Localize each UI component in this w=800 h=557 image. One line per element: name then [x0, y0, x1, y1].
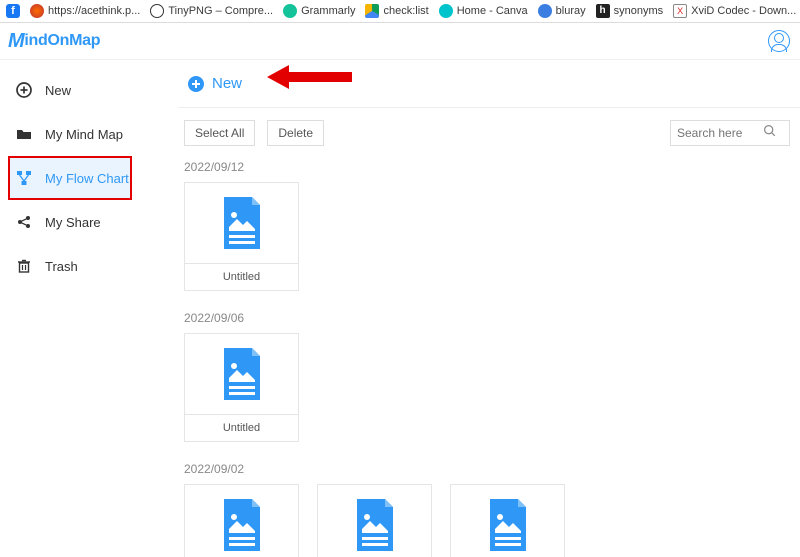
bookmark-item[interactable]: Grammarly — [283, 4, 355, 18]
file-card[interactable] — [184, 484, 299, 557]
document-icon — [486, 499, 530, 551]
canva-icon — [439, 4, 453, 18]
bookmark-item[interactable]: https://acethink.p... — [30, 4, 140, 18]
bookmark-label: bluray — [556, 5, 586, 17]
sidebar-item-trash[interactable]: Trash — [0, 244, 178, 288]
bookmark-item[interactable]: X XviD Codec - Down... — [673, 4, 796, 18]
delete-button[interactable]: Delete — [267, 120, 324, 146]
sidebar-item-flowchart[interactable]: My Flow Chart — [8, 156, 132, 200]
file-card[interactable]: Untitled — [184, 333, 299, 442]
new-button[interactable]: New — [184, 75, 242, 92]
card-thumbnail — [451, 485, 564, 557]
facebook-icon: f — [6, 4, 20, 18]
card-title: Untitled — [185, 414, 298, 441]
site-icon — [30, 4, 44, 18]
bookmark-item[interactable]: check:list — [365, 4, 428, 18]
file-card[interactable] — [450, 484, 565, 557]
sidebar-item-mindmap[interactable]: My Mind Map — [0, 112, 178, 156]
content-toolbar: New — [178, 60, 800, 108]
bookmark-label: XviD Codec - Down... — [691, 5, 796, 17]
sidebar-item-label: My Flow Chart — [45, 171, 129, 186]
file-card[interactable]: Untitled — [184, 182, 299, 291]
bookmark-label: Grammarly — [301, 5, 355, 17]
bookmark-item[interactable]: bluray — [538, 4, 586, 18]
document-icon — [220, 499, 264, 551]
date-header: 2022/09/12 — [178, 158, 800, 182]
trash-icon — [16, 258, 32, 274]
card-thumbnail — [185, 183, 298, 263]
document-icon — [220, 348, 264, 400]
actions-bar: Select All Delete — [178, 108, 800, 158]
sidebar-item-label: My Mind Map — [45, 127, 123, 142]
new-button-label: New — [212, 75, 242, 92]
card-thumbnail — [185, 485, 298, 557]
plus-icon — [188, 76, 204, 92]
app-header: MMindOnMapindOnMap — [0, 23, 800, 60]
cards-row: Untitled — [178, 182, 800, 309]
bookmark-label: TinyPNG – Compre... — [168, 5, 273, 17]
file-card[interactable] — [317, 484, 432, 557]
search-icon — [763, 124, 776, 142]
cards-row — [178, 484, 800, 557]
bluray-icon — [538, 4, 552, 18]
bookmark-label: Home - Canva — [457, 5, 528, 17]
date-header: 2022/09/02 — [178, 460, 800, 484]
sidebar-item-share[interactable]: My Share — [0, 200, 178, 244]
cards-row: Untitled — [178, 333, 800, 460]
card-thumbnail — [318, 485, 431, 557]
share-icon — [16, 214, 32, 230]
grammarly-icon — [283, 4, 297, 18]
date-header: 2022/09/06 — [178, 309, 800, 333]
flowchart-icon — [16, 170, 32, 186]
bookmark-item[interactable]: TinyPNG – Compre... — [150, 4, 273, 18]
search-box[interactable] — [670, 120, 790, 146]
folder-icon — [16, 126, 32, 142]
bookmark-item[interactable]: f — [6, 4, 20, 18]
sidebar: New My Mind Map My Flow Chart My Share T… — [0, 60, 178, 557]
content-area: New Select All Delete 2022/09/12 Untitle… — [178, 60, 800, 557]
bookmarks-bar: f https://acethink.p... TinyPNG – Compre… — [0, 0, 800, 23]
bookmark-label: check:list — [383, 5, 428, 17]
card-thumbnail — [185, 334, 298, 414]
search-input[interactable] — [677, 126, 763, 140]
bookmark-label: synonyms — [614, 5, 664, 17]
card-title: Untitled — [185, 263, 298, 290]
app-logo[interactable]: MMindOnMapindOnMap — [8, 30, 100, 53]
xvid-icon: X — [673, 4, 687, 18]
sidebar-item-label: Trash — [45, 259, 78, 274]
select-all-button[interactable]: Select All — [184, 120, 255, 146]
bookmark-item[interactable]: h synonyms — [596, 4, 664, 18]
document-icon — [220, 197, 264, 249]
bookmark-label: https://acethink.p... — [48, 5, 140, 17]
bookmark-item[interactable]: Home - Canva — [439, 4, 528, 18]
drive-icon — [365, 4, 379, 18]
panda-icon — [150, 4, 164, 18]
synonyms-icon: h — [596, 4, 610, 18]
user-avatar-icon[interactable] — [768, 30, 790, 52]
sidebar-item-label: New — [45, 83, 71, 98]
sidebar-item-new[interactable]: New — [0, 68, 178, 112]
sidebar-item-label: My Share — [45, 215, 101, 230]
document-icon — [353, 499, 397, 551]
plus-circle-icon — [16, 82, 32, 98]
